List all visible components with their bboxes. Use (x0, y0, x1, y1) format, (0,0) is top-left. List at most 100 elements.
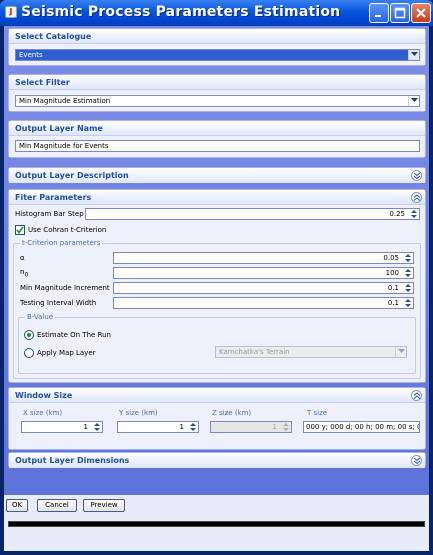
x-size-label: X size (km) (23, 409, 63, 417)
b-value-group: B-Value Estimate On The Run Apply Map La… (18, 313, 416, 374)
double-chevron-down-icon (413, 172, 421, 180)
checkmark-icon (16, 226, 24, 234)
t-criterion-title: t-Criterion parameters (20, 239, 103, 247)
catalogue-select-value: Events (19, 51, 43, 59)
filter-parameters-panel: Fiter Parameters Histogram Bar Step 0.25… (8, 189, 426, 383)
n0-spinner[interactable] (403, 268, 413, 278)
catalogue-select[interactable]: Events (15, 49, 420, 61)
maximize-button[interactable] (390, 3, 410, 23)
chevron-down-icon (398, 349, 405, 353)
dialog-window: J Seismic Process Parameters Estimation … (0, 0, 433, 555)
z-size-label: Z size (km) (212, 409, 252, 417)
title-bar[interactable]: J Seismic Process Parameters Estimation (0, 0, 433, 26)
apply-map-layer-radio[interactable] (24, 348, 34, 358)
min-magnitude-increment-spinner[interactable] (403, 283, 413, 293)
spinner-arrows-icon (405, 269, 411, 277)
testing-interval-width-label: Testing Interval Width (20, 299, 97, 307)
output-layer-description-header[interactable]: Output Layer Description (9, 168, 425, 183)
catalogue-dropdown-arrow[interactable] (408, 50, 419, 60)
select-filter-header: Select Filter (9, 75, 425, 90)
map-layer-select: Kamchatka's Terrain (215, 346, 407, 358)
testing-interval-width-input[interactable]: 0.1 (113, 297, 414, 309)
output-layer-description-panel: Output Layer Description (8, 167, 426, 183)
progress-bar (8, 521, 425, 527)
estimate-on-the-run-radio[interactable] (24, 330, 34, 340)
y-size-value: 1 (179, 423, 184, 431)
alpha-input[interactable]: 0.05 (113, 252, 414, 264)
filter-dropdown-arrow[interactable] (408, 96, 419, 106)
maximize-icon (394, 7, 406, 19)
select-filter-title: Select Filter (15, 78, 70, 87)
output-layer-dimensions-header[interactable]: Output Layer Dimensions (9, 453, 425, 468)
x-size-spinner[interactable] (92, 422, 102, 432)
select-catalogue-panel: Select Catalogue Events (8, 28, 426, 66)
close-button[interactable] (411, 3, 431, 23)
java-app-icon: J (5, 6, 17, 18)
filter-parameters-header[interactable]: Fiter Parameters (9, 190, 425, 205)
z-size-input: 1 (210, 421, 292, 433)
double-chevron-up-icon (413, 194, 421, 201)
z-size-value: 1 (272, 423, 277, 431)
output-layer-name-input[interactable]: Min Magnitude for Events (15, 140, 420, 152)
spinner-arrows-icon (94, 423, 100, 431)
window-size-header[interactable]: Window Size (9, 388, 425, 403)
output-layer-dimensions-panel: Output Layer Dimensions (8, 452, 426, 468)
select-catalogue-title: Select Catalogue (15, 32, 92, 41)
chevron-down-icon (411, 52, 418, 56)
min-magnitude-increment-value: 0.1 (387, 284, 399, 292)
window-size-panel: Window Size X size (km) 1 Y size (km) 1 (8, 387, 426, 450)
output-layer-name-title: Output Layer Name (15, 124, 103, 133)
y-size-spinner[interactable] (188, 422, 198, 432)
filter-parameters-title: Fiter Parameters (15, 193, 92, 202)
output-layer-name-panel: Output Layer Name Min Magnitude for Even… (8, 120, 426, 158)
y-size-input[interactable]: 1 (117, 421, 199, 433)
testing-interval-spinner[interactable] (403, 298, 413, 308)
button-bar: OK Cancel Preview (4, 495, 429, 551)
b-value-title: B-Value (25, 313, 56, 321)
histogram-bar-step-input[interactable]: 0.25 (85, 208, 420, 220)
output-layer-description-title: Output Layer Description (15, 171, 129, 180)
min-magnitude-increment-label: Min Magnitude Increment (20, 284, 110, 292)
chevron-down-icon (411, 98, 418, 102)
close-icon (416, 8, 426, 18)
cancel-button[interactable]: Cancel (37, 499, 77, 512)
output-layer-name-header: Output Layer Name (9, 121, 425, 136)
map-layer-select-value: Kamchatka's Terrain (219, 348, 290, 356)
histogram-bar-step-label: Histogram Bar Step (15, 210, 84, 218)
filter-select[interactable]: Min Magnitude Estimation (15, 95, 420, 107)
preview-button[interactable]: Preview (83, 499, 125, 512)
histogram-bar-step-value: 0.25 (389, 210, 405, 218)
y-size-label: Y size (km) (119, 409, 158, 417)
ok-button[interactable]: OK (6, 499, 28, 512)
t-size-label: T size (307, 409, 328, 417)
map-layer-dropdown-arrow (395, 347, 406, 357)
use-cohran-checkbox[interactable] (15, 225, 25, 235)
expand-description-button[interactable] (411, 170, 422, 181)
t-size-input[interactable]: 000 y; 000 d; 00 h; 00 m; 00 s; 0 (303, 421, 420, 433)
x-size-input[interactable]: 1 (21, 421, 103, 433)
n0-value: 100 (385, 269, 399, 277)
n0-input[interactable]: 100 (113, 267, 414, 279)
select-filter-panel: Select Filter Min Magnitude Estimation (8, 74, 426, 112)
collapse-window-size-button[interactable] (411, 390, 422, 401)
spinner-arrows-icon (190, 423, 196, 431)
t-criterion-group: t-Criterion parameters α 0.05 n0 100 Min… (13, 239, 421, 379)
n0-label: n0 (20, 268, 28, 278)
use-cohran-label: Use Cohran t-Criterion (28, 226, 107, 234)
min-magnitude-increment-input[interactable]: 0.1 (113, 282, 414, 294)
window-title: Seismic Process Parameters Estimation (21, 4, 341, 20)
spinner-arrows-icon (411, 210, 417, 218)
alpha-value: 0.05 (383, 254, 399, 262)
filter-select-value: Min Magnitude Estimation (19, 97, 111, 105)
minimize-button[interactable] (369, 3, 389, 23)
output-layer-dimensions-title: Output Layer Dimensions (15, 456, 130, 465)
select-catalogue-header: Select Catalogue (9, 29, 425, 44)
z-size-spinner (281, 422, 291, 432)
collapse-filter-parameters-button[interactable] (411, 192, 422, 203)
spinner-arrows-icon (283, 423, 289, 431)
expand-dimensions-button[interactable] (411, 455, 422, 466)
n0-label-sub: 0 (24, 271, 29, 279)
histogram-spinner[interactable] (409, 209, 419, 219)
spinner-arrows-icon (405, 284, 411, 292)
alpha-spinner[interactable] (403, 253, 413, 263)
